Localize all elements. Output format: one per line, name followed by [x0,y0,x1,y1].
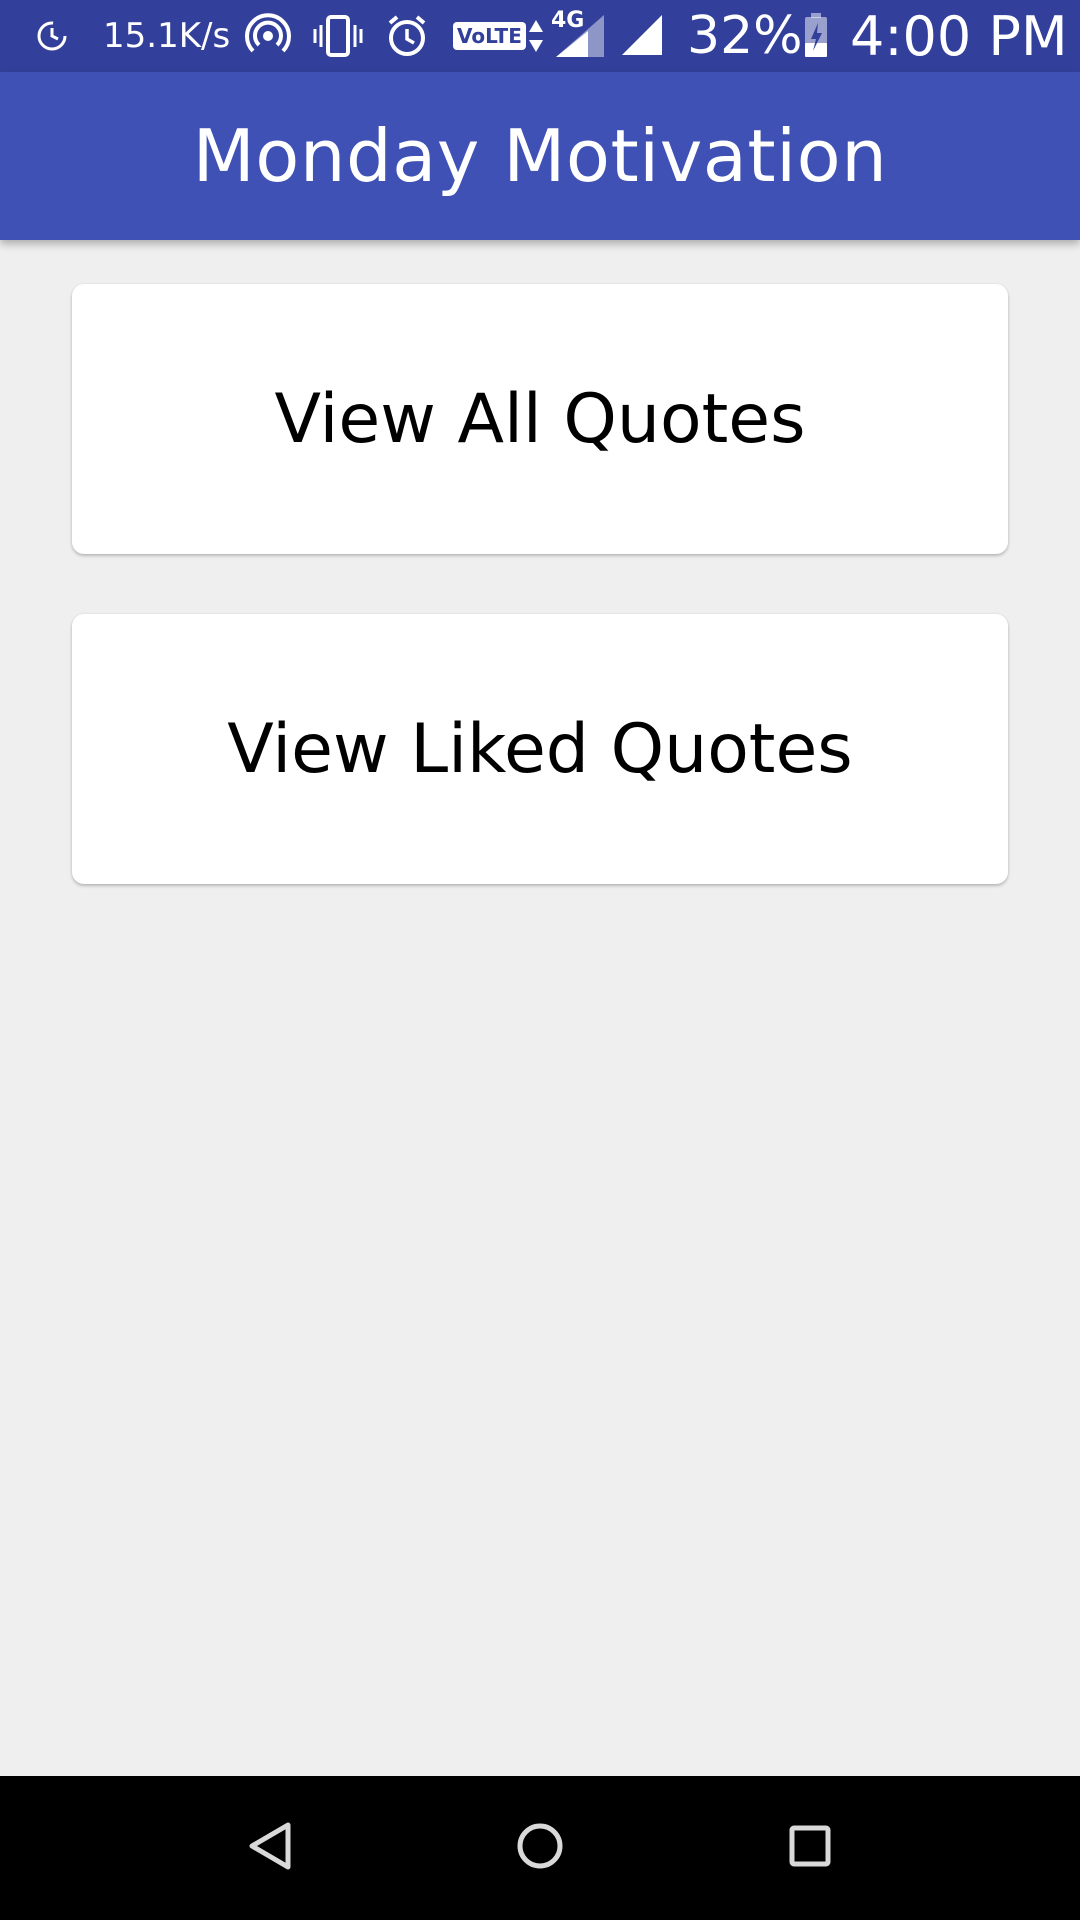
network-type: 4G [551,7,585,33]
hotspot-icon [245,0,291,72]
home-icon [515,1821,565,1876]
app-title: Monday Motivation [192,114,888,198]
data-arrows-icon [528,0,544,72]
clock: 4:00 PM [850,4,1068,68]
view-liked-quotes-button[interactable]: View Liked Quotes [72,614,1008,884]
volte-label: VoLTE [453,22,526,50]
battery-percent: 32% [687,6,803,66]
battery-charging-icon [803,0,829,72]
signal-icon [620,0,666,72]
recents-button[interactable] [740,1776,880,1920]
back-button[interactable] [200,1776,340,1920]
view-all-quotes-button[interactable]: View All Quotes [72,284,1008,554]
alarm-icon [384,0,430,72]
status-bar: 15.1K/s VoLTE 4G 32% 4:00 PM [0,0,1080,72]
volte-icon: VoLTE [453,0,526,72]
app-bar: Monday Motivation [0,72,1080,240]
recents-icon [788,1824,832,1873]
view-all-quotes-label: View All Quotes [274,379,806,459]
home-button[interactable] [470,1776,610,1920]
net-speed: 15.1K/s [103,16,231,56]
vibrate-icon [312,0,364,72]
back-icon [246,1821,294,1876]
sync-icon [34,0,70,72]
nav-bar [0,1776,1080,1920]
view-liked-quotes-label: View Liked Quotes [227,709,853,789]
